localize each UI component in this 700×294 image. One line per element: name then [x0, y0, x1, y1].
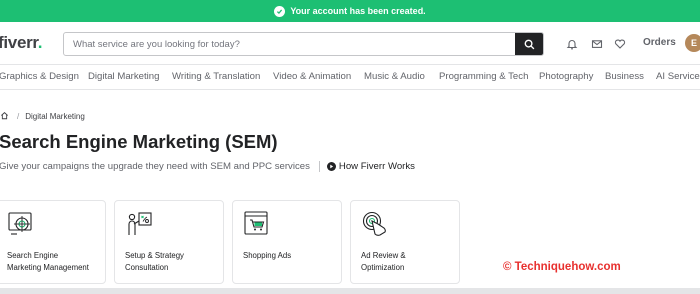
fiverr-logo[interactable]: fiverr. [0, 33, 43, 53]
shopping-cart-screen-icon [244, 211, 268, 235]
play-icon[interactable] [326, 162, 336, 171]
subtitle-divider [318, 161, 320, 172]
category-nav: Graphics & Design Digital Marketing Writ… [0, 64, 700, 90]
target-screen-icon [8, 212, 32, 235]
page-subtitle-row: Give your campaigns the upgrade they nee… [0, 161, 415, 172]
category-ai-services[interactable]: AI Services [656, 71, 700, 82]
subcategory-card-setup-strategy[interactable]: Setup & Strategy Consultation [114, 200, 224, 284]
top-header: fiverr. Orders E [0, 22, 700, 64]
banner-message: Your account has been created. [290, 6, 426, 16]
user-avatar[interactable]: E [685, 34, 700, 52]
card-label: Ad Review & Optimization [361, 251, 406, 272]
orders-link[interactable]: Orders [643, 37, 676, 48]
touch-target-icon [362, 211, 386, 236]
search-button[interactable] [515, 33, 543, 55]
search-input[interactable] [64, 33, 515, 55]
category-writing-translation[interactable]: Writing & Translation [172, 71, 260, 82]
card-label: Setup & Strategy Consultation [125, 251, 184, 272]
subcategory-card-shopping-ads[interactable]: Shopping Ads [232, 200, 342, 284]
search-bar [63, 32, 544, 56]
page-title: Search Engine Marketing (SEM) [0, 131, 278, 152]
account-created-banner: Your account has been created. [0, 0, 700, 22]
watermark-text: © Techniquehow.com [503, 261, 621, 273]
messages-envelope-icon[interactable] [590, 37, 604, 51]
favorites-heart-icon[interactable] [613, 37, 627, 51]
how-fiverr-works-link[interactable]: How Fiverr Works [339, 161, 415, 172]
search-icon [524, 39, 534, 49]
category-photography[interactable]: Photography [539, 71, 593, 82]
category-music-audio[interactable]: Music & Audio [364, 71, 425, 82]
category-video-animation[interactable]: Video & Animation [273, 71, 351, 82]
category-programming-tech[interactable]: Programming & Tech [439, 71, 528, 82]
category-digital-marketing[interactable]: Digital Marketing [88, 71, 159, 82]
subcategory-card-ad-review[interactable]: Ad Review & Optimization [350, 200, 460, 284]
category-business[interactable]: Business [605, 71, 644, 82]
check-circle-icon [274, 5, 286, 17]
notifications-bell-icon[interactable] [565, 37, 579, 51]
home-icon[interactable] [0, 111, 9, 122]
breadcrumb-current[interactable]: Digital Marketing [25, 112, 85, 121]
card-label: Shopping Ads [243, 251, 292, 260]
breadcrumb-separator: / [17, 112, 20, 121]
bottom-divider-strip [0, 288, 700, 294]
strategy-board-icon [128, 212, 152, 235]
card-label: Search Engine Marketing Management [7, 251, 89, 272]
category-graphics-design[interactable]: Graphics & Design [0, 71, 79, 82]
breadcrumb: / Digital Marketing [0, 111, 85, 122]
page-subtitle: Give your campaigns the upgrade they nee… [0, 161, 310, 172]
subcategory-card-sem-management[interactable]: Search Engine Marketing Management [0, 200, 106, 284]
